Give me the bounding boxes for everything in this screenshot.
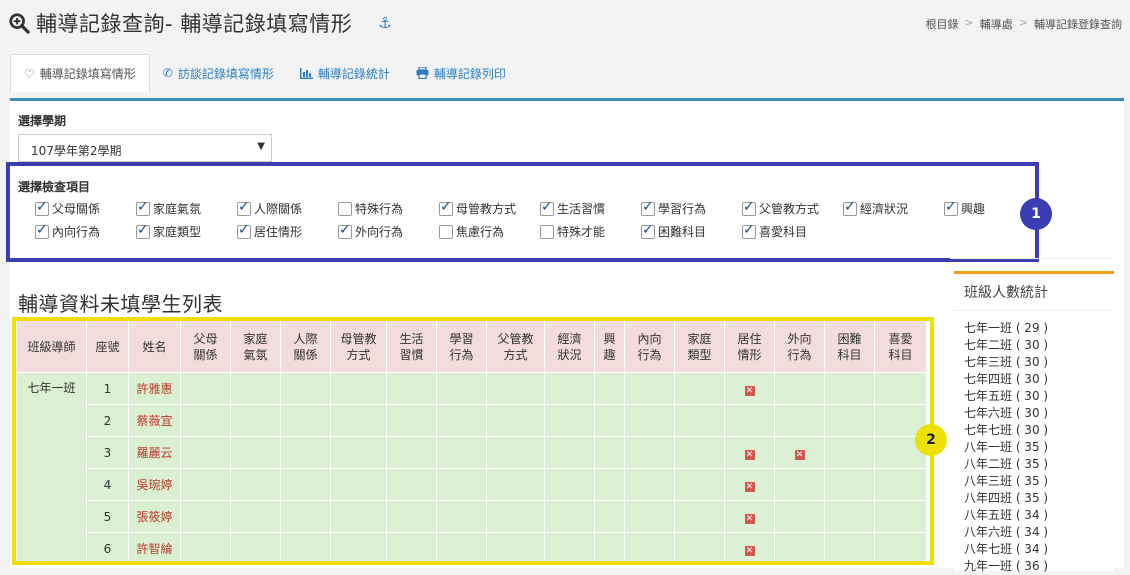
anchor-icon[interactable]: ⚓ bbox=[378, 14, 391, 32]
class-count-item[interactable]: 七年四班 ( 30 ) bbox=[964, 371, 1048, 388]
tab-record-status[interactable]: ♡ 輔導記錄填寫情形 bbox=[10, 54, 150, 92]
class-count-item[interactable]: 七年七班 ( 30 ) bbox=[964, 422, 1048, 439]
class-count-item[interactable]: 七年六班 ( 30 ) bbox=[964, 405, 1048, 422]
page-header: 輔導記錄查詢- 輔導記錄填寫情形 ⚓ bbox=[8, 6, 392, 40]
highlight-box-1 bbox=[6, 162, 1039, 262]
term-select-value: 107學年第2學期 bbox=[31, 144, 122, 158]
breadcrumb-root[interactable]: 根目錄 bbox=[926, 16, 959, 32]
caret-down-icon: ▼ bbox=[257, 141, 265, 152]
callout-badge-2: 2 bbox=[915, 424, 947, 456]
tab-record-print[interactable]: 輔導記錄列印 bbox=[403, 54, 519, 92]
divider bbox=[950, 258, 1114, 259]
class-count-item[interactable]: 八年二班 ( 35 ) bbox=[964, 456, 1048, 473]
class-count-title: 班級人數統計 bbox=[964, 285, 1048, 301]
class-count-item[interactable]: 七年二班 ( 30 ) bbox=[964, 337, 1048, 354]
class-count-item[interactable]: 八年七班 ( 34 ) bbox=[964, 541, 1048, 558]
breadcrumb-dept[interactable]: 輔導處 bbox=[980, 16, 1013, 32]
class-count-item[interactable]: 八年五班 ( 34 ) bbox=[964, 507, 1048, 524]
class-count-item[interactable]: 八年一班 ( 35 ) bbox=[964, 439, 1048, 456]
class-count-item[interactable]: 七年一班 ( 29 ) bbox=[964, 320, 1048, 337]
page-title: 輔導記錄查詢- 輔導記錄填寫情形 bbox=[36, 12, 353, 36]
callout-badge-1: 1 bbox=[1020, 198, 1052, 230]
term-select[interactable]: 107學年第2學期 ▼ bbox=[18, 134, 272, 162]
missing-list-title: 輔導資料未填學生列表 bbox=[18, 292, 223, 316]
class-count-item[interactable]: 八年三班 ( 35 ) bbox=[964, 473, 1048, 490]
phone-icon: ✆ bbox=[162, 66, 173, 80]
breadcrumb-current: 輔導記錄登錄查詢 bbox=[1034, 18, 1122, 31]
tab-label: 輔導記錄列印 bbox=[433, 66, 506, 81]
heart-icon: ♡ bbox=[24, 66, 35, 81]
class-count-item[interactable]: 八年六班 ( 34 ) bbox=[964, 524, 1048, 541]
class-count-list: 七年一班 ( 29 ) 七年二班 ( 30 ) 七年三班 ( 30 ) 七年四班 ( … bbox=[964, 320, 1048, 575]
class-count-item[interactable]: 七年三班 ( 30 ) bbox=[964, 354, 1048, 371]
highlight-box-2 bbox=[12, 317, 934, 565]
tab-label: 輔導記錄填寫情形 bbox=[39, 67, 136, 81]
tab-bar: ♡ 輔導記錄填寫情形 ✆ 訪談記錄填寫情形 輔導記錄統計 輔導記錄列印 bbox=[10, 54, 519, 92]
class-count-item[interactable]: 八年四班 ( 35 ) bbox=[964, 490, 1048, 507]
term-label: 選擇學期 bbox=[18, 114, 67, 128]
tab-record-stats[interactable]: 輔導記錄統計 bbox=[287, 54, 403, 92]
class-count-item[interactable]: 七年五班 ( 30 ) bbox=[964, 388, 1048, 405]
tab-label: 訪談記錄填寫情形 bbox=[177, 66, 274, 81]
tab-interview-status[interactable]: ✆ 訪談記錄填寫情形 bbox=[150, 54, 287, 92]
print-icon bbox=[416, 67, 429, 79]
zoom-in-icon bbox=[9, 13, 30, 34]
bar-chart-icon bbox=[299, 67, 313, 79]
divider bbox=[954, 310, 1114, 311]
breadcrumb: 根目錄 > 輔導處 > 輔導記錄登錄查詢 bbox=[925, 16, 1122, 32]
tab-label: 輔導記錄統計 bbox=[317, 66, 390, 81]
